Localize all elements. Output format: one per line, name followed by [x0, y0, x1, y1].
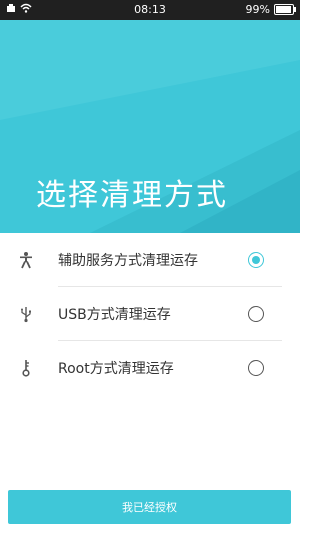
option-label: 辅助服务方式清理运存 — [58, 253, 198, 269]
options-list: 辅助服务方式清理运存 USB方式清理运存 Root方式清理运存 — [0, 233, 300, 395]
radio-usb[interactable] — [248, 306, 264, 322]
header: 选择清理方式 — [0, 20, 300, 233]
authorized-button[interactable]: 我已经授权 — [8, 490, 291, 524]
battery-icon — [274, 4, 296, 15]
accessibility-icon — [18, 250, 34, 270]
radio-root[interactable] — [248, 360, 264, 376]
usb-icon — [18, 304, 34, 324]
option-label: Root方式清理运存 — [58, 361, 174, 377]
option-root[interactable]: Root方式清理运存 — [0, 341, 300, 395]
option-usb[interactable]: USB方式清理运存 — [0, 287, 300, 341]
battery-percent: 99% — [245, 3, 270, 16]
radio-accessibility[interactable] — [248, 252, 264, 268]
option-accessibility[interactable]: 辅助服务方式清理运存 — [0, 233, 300, 287]
status-bar: 08:13 99% — [0, 0, 300, 20]
status-right: 99% — [245, 3, 296, 16]
page-title: 选择清理方式 — [36, 178, 228, 213]
option-label: USB方式清理运存 — [58, 307, 171, 323]
key-icon — [18, 358, 34, 378]
